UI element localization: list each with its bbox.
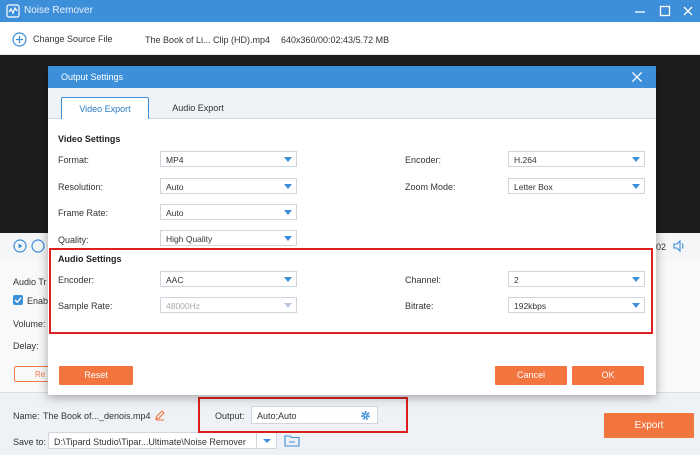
output-file-name: The Book of..._denois.mp4	[43, 411, 151, 421]
save-path-select[interactable]: D:\Tipard Studio\Tipar...Ultimate\Noise …	[48, 432, 277, 449]
edit-icon[interactable]	[154, 409, 166, 421]
source-file-name: The Book of Li... Clip (HD).mp4	[145, 35, 271, 45]
window-title: Noise Remover	[24, 5, 93, 16]
chevron-down-icon	[632, 184, 640, 189]
close-icon[interactable]	[631, 71, 643, 83]
tab-audio-export[interactable]: Audio Export	[158, 97, 238, 119]
quality-value: High Quality	[166, 234, 213, 244]
video-encoder-select[interactable]: H.264	[508, 151, 645, 167]
plus-circle-icon	[12, 31, 27, 47]
resolution-select[interactable]: Auto	[160, 178, 297, 194]
name-label: Name:	[13, 411, 40, 421]
audio-track-label: Audio Tr	[13, 277, 47, 287]
resolution-label: Resolution:	[58, 182, 104, 192]
folder-icon[interactable]	[284, 434, 300, 447]
change-source-button[interactable]: Change Source File	[12, 31, 113, 47]
zoom-mode-select[interactable]: Letter Box	[508, 178, 645, 194]
save-path-value: D:\Tipard Studio\Tipar...Ultimate\Noise …	[54, 437, 246, 447]
close-window-icon[interactable]	[680, 3, 696, 19]
title-bar: Noise Remover	[0, 0, 700, 22]
reset-button[interactable]: Reset	[59, 366, 133, 385]
volume-label: Volume:	[13, 319, 46, 329]
enable-checkbox[interactable]	[13, 295, 23, 305]
dialog-tabs: Video Export Audio Export	[48, 88, 656, 119]
ok-button[interactable]: OK	[572, 366, 644, 385]
frame-rate-select[interactable]: Auto	[160, 204, 297, 220]
video-encoder-value: H.264	[514, 155, 537, 165]
chevron-down-icon	[632, 157, 640, 162]
resolution-value: Auto	[166, 182, 184, 192]
export-button[interactable]: Export	[604, 413, 694, 438]
quality-select[interactable]: High Quality	[160, 230, 297, 246]
dialog-title: Output Settings	[61, 72, 124, 82]
format-label: Format:	[58, 155, 90, 165]
minimize-icon[interactable]	[632, 3, 648, 19]
chevron-down-icon	[284, 157, 292, 162]
enable-label: Enab	[27, 296, 49, 306]
maximize-icon[interactable]	[657, 3, 673, 19]
video-settings-title: Video Settings	[58, 134, 121, 144]
audio-settings-highlight-box	[49, 248, 653, 334]
zoom-mode-label: Zoom Mode:	[405, 182, 456, 192]
stop-icon[interactable]	[31, 239, 45, 253]
toolbar: Change Source File The Book of Li... Cli…	[0, 22, 700, 55]
video-encoder-label: Encoder:	[405, 155, 442, 165]
chevron-down-icon[interactable]	[256, 433, 276, 448]
play-icon[interactable]	[13, 239, 27, 253]
format-select[interactable]: MP4	[160, 151, 297, 167]
dialog-header: Output Settings	[48, 66, 656, 88]
save-to-label: Save to:	[13, 437, 47, 447]
format-value: MP4	[166, 155, 184, 165]
source-file-meta: 640x360/00:02:43/5.72 MB	[281, 35, 390, 45]
quality-label: Quality:	[58, 235, 89, 245]
app-logo-icon	[6, 4, 20, 18]
output-highlight-box	[198, 397, 408, 433]
zoom-mode-value: Letter Box	[514, 182, 553, 192]
change-source-label: Change Source File	[33, 34, 113, 44]
volume-icon[interactable]	[672, 239, 686, 253]
output-settings-dialog: Output Settings Video Export Audio Expor…	[48, 66, 656, 395]
frame-rate-value: Auto	[166, 208, 184, 218]
cancel-button[interactable]: Cancel	[495, 366, 567, 385]
chevron-down-icon	[284, 210, 292, 215]
time-display: 02	[656, 242, 667, 252]
chevron-down-icon	[284, 236, 292, 241]
chevron-down-icon	[284, 184, 292, 189]
tab-video-export[interactable]: Video Export	[61, 97, 149, 119]
frame-rate-label: Frame Rate:	[58, 208, 109, 218]
delay-label: Delay:	[13, 341, 39, 351]
